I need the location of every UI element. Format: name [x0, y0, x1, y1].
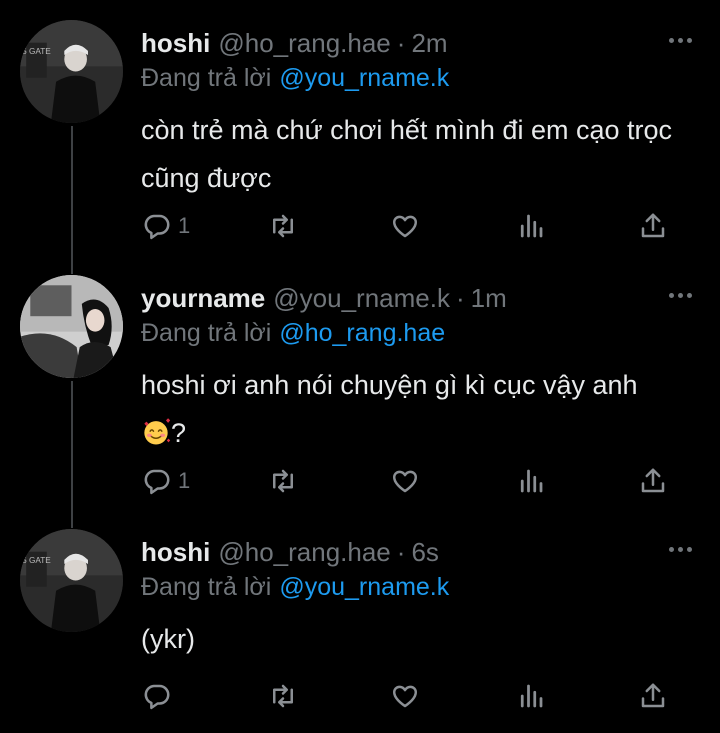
replying-to: Đang trả lời @you_rname.k	[141, 569, 449, 605]
user-handle[interactable]: @ho_rang.hae	[218, 24, 390, 62]
retweet-button[interactable]	[268, 206, 298, 246]
action-bar: 1	[140, 461, 680, 501]
like-button[interactable]	[390, 206, 420, 246]
tweet-text: hoshi ơi anh nói chuyện gì kì cục vậy an…	[141, 370, 638, 400]
retweet-icon	[273, 684, 293, 708]
smiling-face-with-hearts-emoji	[144, 418, 171, 445]
heart-icon	[392, 215, 418, 238]
analytics-icon	[520, 684, 543, 708]
separator-dot: ·	[396, 28, 406, 58]
replying-to-label: Đang trả lời	[141, 319, 272, 347]
user-handle[interactable]: @ho_rang.hae	[218, 533, 390, 571]
replying-to: Đang trả lời @ho_rang.hae	[141, 315, 445, 351]
like-button[interactable]	[390, 461, 420, 501]
heart-icon	[392, 685, 418, 708]
display-name[interactable]: hoshi	[141, 24, 210, 62]
replying-to: Đang trả lời @you_rname.k	[141, 60, 449, 96]
separator-dot: ·	[455, 283, 465, 313]
replying-to-label: Đang trả lời	[141, 64, 272, 92]
avatar[interactable]: 5 GATE	[20, 20, 123, 123]
more-dots-icon[interactable]	[669, 547, 692, 552]
like-button[interactable]	[390, 676, 420, 716]
separator-dot: ·	[396, 537, 406, 567]
more-dots-icon[interactable]	[669, 38, 692, 43]
tweet-header: yourname @you_rname.k · 1m	[141, 279, 507, 317]
mention-link[interactable]: @you_rname.k	[279, 573, 449, 601]
replying-to-label: Đang trả lời	[141, 573, 272, 601]
display-name[interactable]: hoshi	[141, 533, 210, 571]
avatar-sign-text: 5 GATE	[22, 556, 51, 565]
reply-button[interactable]	[142, 676, 178, 716]
more-dots-icon[interactable]	[669, 293, 692, 298]
retweet-icon	[273, 469, 293, 493]
retweet-button[interactable]	[268, 461, 298, 501]
user-handle[interactable]: @you_rname.k	[273, 279, 450, 317]
share-button[interactable]	[638, 206, 668, 246]
views-button[interactable]	[516, 206, 546, 246]
tweet-header: hoshi @ho_rang.hae · 6s	[141, 533, 439, 571]
tweet[interactable]: 5 GATE hoshi @ho_rang.hae · 6s Đang trả …	[0, 509, 720, 733]
tweet-text-suffix: ?	[171, 418, 187, 448]
tweet-text: còn trẻ mà chứ chơi hết mình đi em cạo t…	[141, 115, 672, 193]
views-button[interactable]	[516, 676, 546, 716]
tweet[interactable]: yourname @you_rname.k · 1m Đang trả lời @…	[0, 255, 720, 510]
action-bar	[140, 676, 680, 716]
retweet-button[interactable]	[268, 676, 298, 716]
mention-link[interactable]: @you_rname.k	[279, 64, 449, 92]
analytics-icon	[520, 214, 543, 238]
reply-count: 1	[178, 213, 191, 238]
timestamp[interactable]: 6s	[411, 533, 438, 571]
comment-bubble-icon	[144, 469, 170, 495]
retweet-icon	[273, 214, 293, 238]
reply-count: 1	[178, 468, 191, 493]
reply-button[interactable]: 1	[142, 206, 190, 246]
tweet-body: hoshi ơi anh nói chuyện gì kì cục vậy an…	[141, 361, 691, 457]
avatar-photo: 5 GATE	[20, 529, 123, 632]
avatar-photo	[20, 275, 123, 378]
share-button[interactable]	[638, 461, 668, 501]
tweet-text: (ykr)	[141, 624, 195, 654]
share-icon	[641, 213, 665, 238]
reply-button[interactable]: 1	[142, 461, 190, 501]
mention-link[interactable]: @ho_rang.hae	[279, 319, 445, 347]
heart-icon	[392, 470, 418, 493]
avatar[interactable]: 5 GATE	[20, 529, 123, 632]
avatar-photo: 5 GATE	[20, 20, 123, 123]
views-button[interactable]	[516, 461, 546, 501]
timestamp[interactable]: 2m	[411, 24, 447, 62]
tweet-header: hoshi @ho_rang.hae · 2m	[141, 24, 448, 62]
comment-bubble-icon	[144, 684, 170, 710]
tweet[interactable]: 5 GATE hoshi @ho_rang.hae · 2m Đang trả …	[0, 0, 720, 255]
share-icon	[641, 468, 665, 493]
share-icon	[641, 683, 665, 708]
display-name[interactable]: yourname	[141, 279, 265, 317]
timestamp[interactable]: 1m	[471, 279, 507, 317]
share-button[interactable]	[638, 676, 668, 716]
avatar[interactable]	[20, 275, 123, 378]
avatar-sign-text: 5 GATE	[22, 47, 51, 56]
comment-bubble-icon	[144, 214, 170, 240]
action-bar: 1	[140, 206, 680, 246]
analytics-icon	[520, 469, 543, 493]
